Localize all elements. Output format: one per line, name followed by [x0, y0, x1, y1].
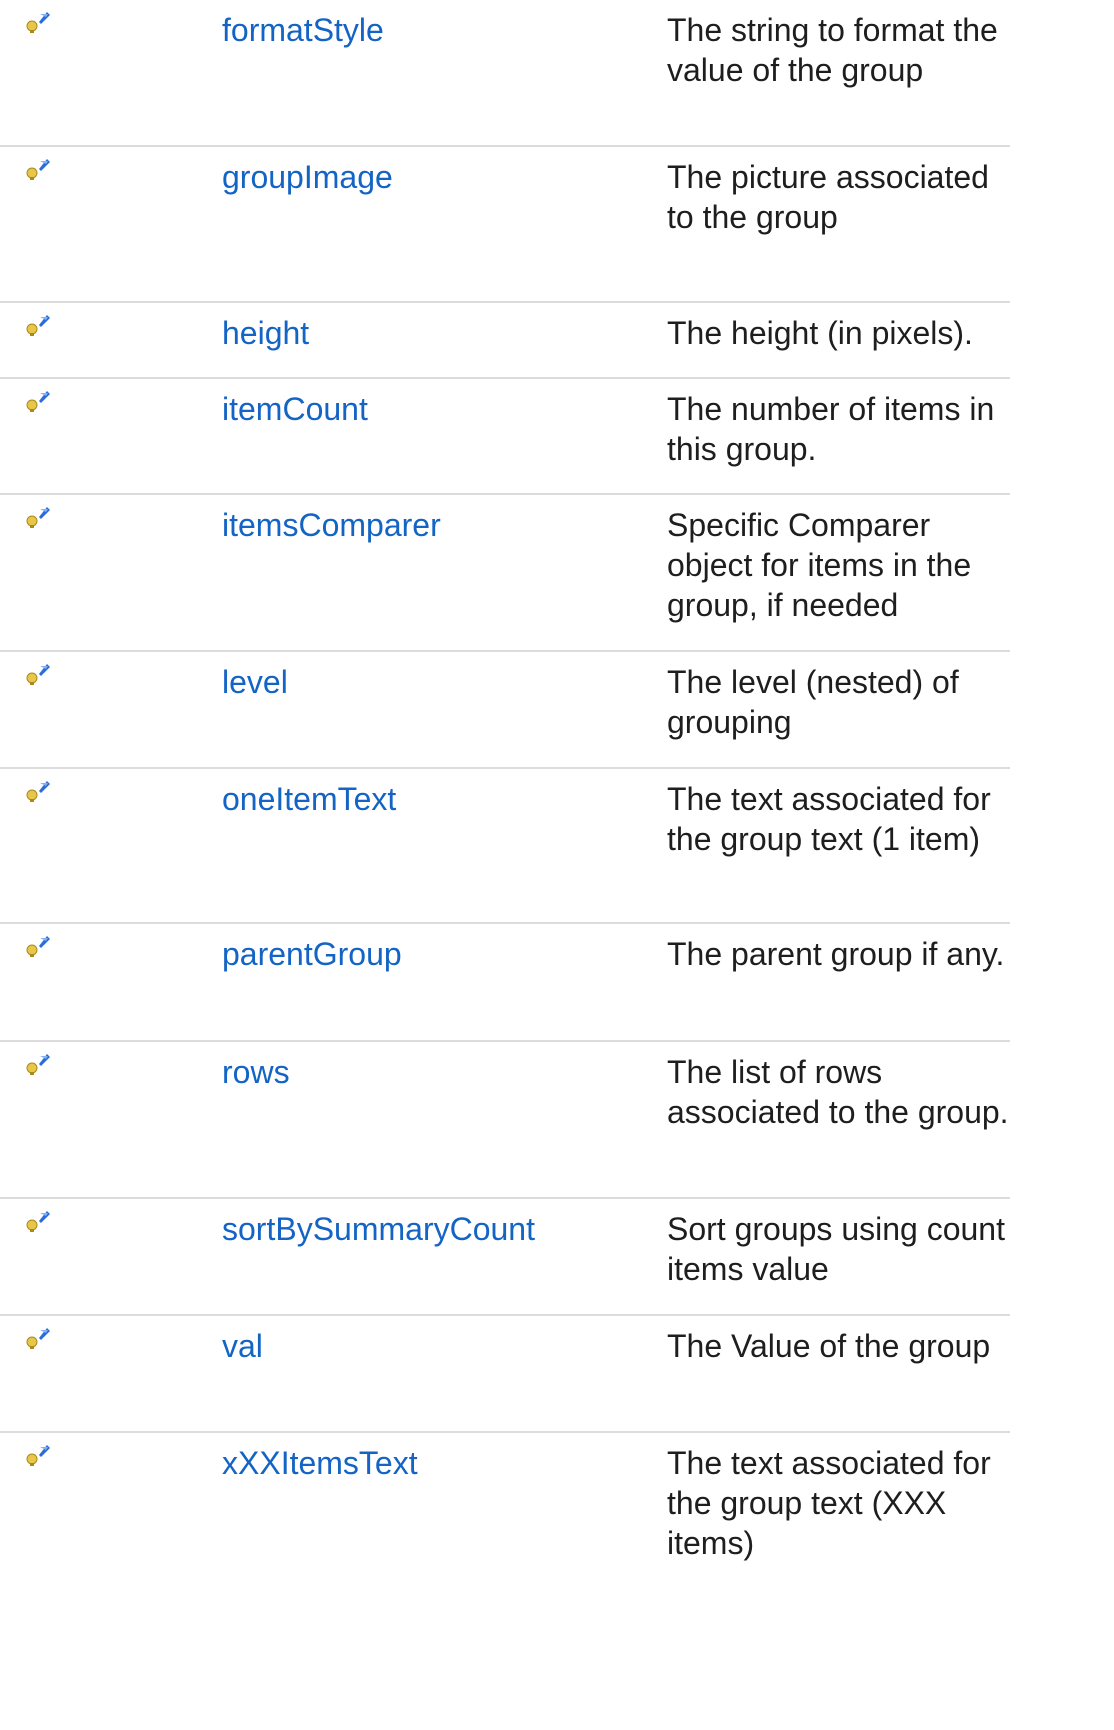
- member-link[interactable]: xXXItemsText: [222, 1445, 418, 1481]
- member-description: Specific Comparer object for items in th…: [667, 507, 972, 623]
- member-link[interactable]: oneItemText: [222, 781, 396, 817]
- table-row: rows The list of rows associated to the …: [0, 1042, 1010, 1199]
- public-property-icon: [24, 389, 50, 413]
- public-property-icon: [24, 779, 50, 803]
- table-row: formatStyle The string to format the val…: [0, 0, 1010, 147]
- member-link[interactable]: sortBySummaryCount: [222, 1211, 535, 1247]
- member-description: The height (in pixels).: [667, 315, 973, 351]
- member-link[interactable]: groupImage: [222, 159, 393, 195]
- members-table: formatStyle The string to format the val…: [0, 0, 1010, 1583]
- member-description: The parent group if any.: [667, 936, 1005, 972]
- member-description: Sort groups using count items value: [667, 1211, 1005, 1287]
- member-link[interactable]: height: [222, 315, 309, 351]
- public-property-icon: [24, 313, 50, 337]
- table-row: val The Value of the group: [0, 1316, 1010, 1433]
- public-property-icon: [24, 505, 50, 529]
- member-description: The list of rows associated to the group…: [667, 1054, 1009, 1130]
- table-row: xXXItemsText The text associated for the…: [0, 1433, 1010, 1583]
- member-link[interactable]: level: [222, 664, 288, 700]
- public-property-icon: [24, 1443, 50, 1467]
- member-link[interactable]: itemCount: [222, 391, 368, 427]
- member-link[interactable]: itemsComparer: [222, 507, 441, 543]
- member-link[interactable]: rows: [222, 1054, 290, 1090]
- table-row: itemsComparer Specific Comparer object f…: [0, 495, 1010, 652]
- table-row: oneItemText The text associated for the …: [0, 769, 1010, 924]
- public-property-icon: [24, 1209, 50, 1233]
- public-property-icon: [24, 662, 50, 686]
- public-property-icon: [24, 10, 50, 34]
- table-row: groupImage The picture associated to the…: [0, 147, 1010, 303]
- public-property-icon: [24, 157, 50, 181]
- member-description: The text associated for the group text (…: [667, 1445, 991, 1561]
- public-property-icon: [24, 934, 50, 958]
- member-link[interactable]: val: [222, 1328, 263, 1364]
- member-link[interactable]: formatStyle: [222, 12, 384, 48]
- table-row: sortBySummaryCount Sort groups using cou…: [0, 1199, 1010, 1316]
- member-link[interactable]: parentGroup: [222, 936, 402, 972]
- member-description: The picture associated to the group: [667, 159, 989, 235]
- public-property-icon: [24, 1326, 50, 1350]
- table-row: level The level (nested) of grouping: [0, 652, 1010, 769]
- member-description: The Value of the group: [667, 1328, 991, 1364]
- table-row: parentGroup The parent group if any.: [0, 924, 1010, 1042]
- member-description: The number of items in this group.: [667, 391, 995, 467]
- table-row: itemCount The number of items in this gr…: [0, 379, 1010, 495]
- public-property-icon: [24, 1052, 50, 1076]
- member-description: The string to format the value of the gr…: [667, 12, 998, 88]
- member-description: The level (nested) of grouping: [667, 664, 959, 740]
- table-row: height The height (in pixels).: [0, 303, 1010, 379]
- member-description: The text associated for the group text (…: [667, 781, 991, 857]
